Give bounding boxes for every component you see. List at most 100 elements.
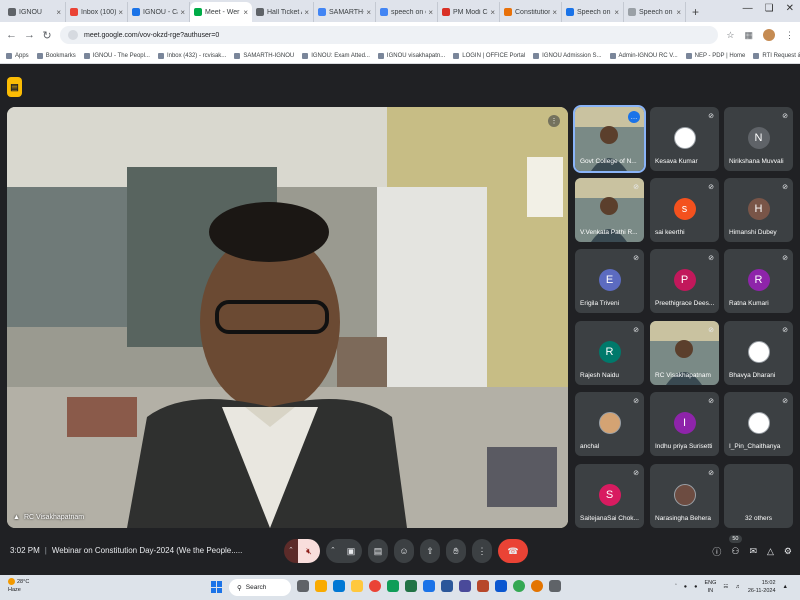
browser-tab[interactable]: speech on con× (376, 2, 438, 22)
tab-close-icon[interactable]: × (366, 8, 371, 17)
bookmark-item[interactable]: IGNOU - The Peopl... (83, 52, 150, 59)
reload-icon[interactable]: ↻ (42, 29, 52, 42)
tray-app-2-icon[interactable]: ● (694, 584, 697, 590)
bookmark-item[interactable]: IGNOU visakhapatn... (377, 52, 445, 59)
more-options-button[interactable]: ⋮ (472, 539, 492, 563)
forward-icon[interactable]: → (24, 29, 35, 41)
wifi-icon[interactable]: ☵ (723, 584, 728, 590)
browser-tab[interactable]: SAMARTH-IGN× (314, 2, 376, 22)
back-icon[interactable]: ← (6, 29, 17, 41)
tray-chevron-icon[interactable]: ˆ (675, 584, 677, 590)
main-video-tile[interactable]: ⋮ ▲ RC Visakhapatnam (7, 107, 568, 528)
tab-close-icon[interactable]: × (118, 8, 123, 17)
url-input[interactable]: meet.google.com/vov-okzd-rge?authuser=0 (60, 26, 719, 44)
menu-icon[interactable]: ⋮ (785, 30, 794, 41)
browser-tab[interactable]: IGNOU - Calen× (128, 2, 190, 22)
word-icon[interactable] (441, 580, 453, 592)
participant-tile[interactable]: P ⊘ Preethigrace Dees... (650, 249, 719, 313)
bookmark-item[interactable]: LOGIN | OFFICE Portal (453, 52, 525, 59)
tab-close-icon[interactable]: × (490, 8, 495, 17)
participant-tile[interactable]: ⊘ anchal (575, 392, 644, 456)
browser-tab[interactable]: Speech on Con× (624, 2, 686, 22)
edge-dev-icon[interactable] (387, 580, 399, 592)
participant-tile[interactable]: ⊘ Bhavya Dharani (724, 321, 793, 385)
bookmark-item[interactable]: Inbox (432) - rcvisak... (157, 52, 226, 59)
store-icon[interactable] (423, 580, 435, 592)
participant-tile[interactable]: ⊘ Narasingha Behera (650, 464, 719, 528)
bookmark-item[interactable]: NEP - PDP | Home (685, 52, 745, 59)
close-window-icon[interactable]: ✕ (786, 3, 794, 14)
leave-call-button[interactable]: ☎ (498, 539, 528, 563)
language-indicator[interactable]: ENG IN (704, 579, 716, 595)
star-icon[interactable]: ☆ (726, 30, 734, 41)
participant-tile[interactable]: s ⊘ sai keerthi (650, 178, 719, 242)
browser-tab[interactable]: Inbox (100) - v× (66, 2, 128, 22)
windows-start-icon[interactable] (211, 581, 223, 593)
host-controls-icon[interactable]: ⚙ (784, 546, 792, 557)
taskbar-search[interactable]: ⚲ Search (229, 579, 291, 596)
people-button[interactable]: ⚇ 50 (729, 535, 742, 557)
file-explorer-icon[interactable] (351, 580, 363, 592)
bookmark-item[interactable]: RTI Request & Ap... (753, 52, 800, 59)
edge-icon[interactable] (333, 580, 345, 592)
participant-tile[interactable]: N ⊘ Nirikshana Muvvali (724, 107, 793, 171)
notifications-icon[interactable]: ▲ (783, 584, 788, 590)
minimize-icon[interactable]: — (743, 3, 753, 14)
zoom-icon[interactable] (459, 580, 471, 592)
tab-close-icon[interactable]: × (552, 8, 557, 17)
participant-tile[interactable]: E ⊘ Erigila Triveni (575, 249, 644, 313)
browser-tab[interactable]: Constitution D× (500, 2, 562, 22)
emoji-button[interactable]: ☺ (394, 539, 414, 563)
powerpoint-icon[interactable] (477, 580, 489, 592)
task-view-icon[interactable] (297, 580, 309, 592)
site-info-icon[interactable] (68, 30, 78, 40)
bookmark-item[interactable]: IGNOU Admission S... (533, 52, 602, 59)
microphone-off-button[interactable]: 🔇︎ (298, 539, 320, 563)
browser-tab[interactable]: IGNOU × (4, 2, 66, 22)
tab-close-icon[interactable]: × (676, 8, 681, 17)
tab-close-icon[interactable]: × (56, 8, 61, 17)
new-tab-button[interactable]: + (686, 2, 705, 22)
chat-icon[interactable]: ✉ (749, 546, 757, 557)
profile-avatar[interactable] (763, 29, 775, 41)
bookmark-item[interactable]: SAMARTH-IGNOU (234, 52, 294, 59)
participant-tile[interactable]: … Govt College of N... (573, 105, 646, 173)
excel-icon[interactable] (405, 580, 417, 592)
tab-close-icon[interactable]: × (614, 8, 619, 17)
bookmark-item[interactable]: IGNOU: Exam Atted... (302, 52, 370, 59)
settings-app-icon[interactable] (549, 580, 561, 592)
present-button[interactable]: ⇧ (420, 539, 440, 563)
participant-tile[interactable]: ⊘ Kesava Kumar (650, 107, 719, 171)
participant-tile[interactable]: ⊘ RC Visakhapatnam (650, 321, 719, 385)
tab-close-icon[interactable]: × (180, 8, 185, 17)
extensions-icon[interactable]: ▦ (744, 30, 753, 41)
info-icon[interactable]: ⓘ (712, 545, 721, 558)
clock[interactable]: 15:02 26-11-2024 (748, 579, 776, 595)
bookmark-item[interactable]: Apps (6, 52, 29, 59)
activities-icon[interactable]: △ (767, 546, 774, 557)
bookmark-item[interactable]: Bookmarks (36, 52, 76, 59)
tray-app-icon[interactable]: ● (684, 584, 687, 590)
restore-icon[interactable]: ❏ (765, 3, 774, 14)
participant-tile[interactable]: H ⊘ Himanshi Dubey (724, 178, 793, 242)
chrome-profile-icon[interactable] (513, 580, 525, 592)
participant-tile[interactable]: I ⊘ Indhu priya Surisetti (650, 392, 719, 456)
browser-tab[interactable]: Speech on Con× (562, 2, 624, 22)
tab-close-icon[interactable]: × (428, 8, 433, 17)
mic-options-chevron-icon[interactable]: ˆ (284, 539, 298, 563)
browser-tab[interactable]: PM Modi Cong× (438, 2, 500, 22)
browser-tab[interactable]: Hall Ticket Atte× (252, 2, 314, 22)
camera-options-chevron-icon[interactable]: ˆ (326, 539, 340, 563)
tile-more-options-icon[interactable]: … (628, 111, 640, 123)
copilot-icon[interactable] (315, 580, 327, 592)
chrome-icon[interactable] (369, 580, 381, 592)
tab-close-icon[interactable]: × (243, 8, 248, 17)
participant-tile[interactable]: R ⊘ Ratna Kumari (724, 249, 793, 313)
camera-button[interactable]: ▣ (340, 539, 362, 563)
participant-tile[interactable]: S ⊘ SaitejanaSai Chok... (575, 464, 644, 528)
weather-widget[interactable]: 28°C Haze (8, 578, 29, 594)
raise-hand-button[interactable]: ✋︎ (446, 539, 466, 563)
participant-tile[interactable]: ⊘ V.Venkata Pathi R... (575, 178, 644, 242)
bookmark-item[interactable]: Admin-IGNOU RC V... (609, 52, 678, 59)
browser-tab[interactable]: Meet - Wer × (190, 2, 252, 22)
